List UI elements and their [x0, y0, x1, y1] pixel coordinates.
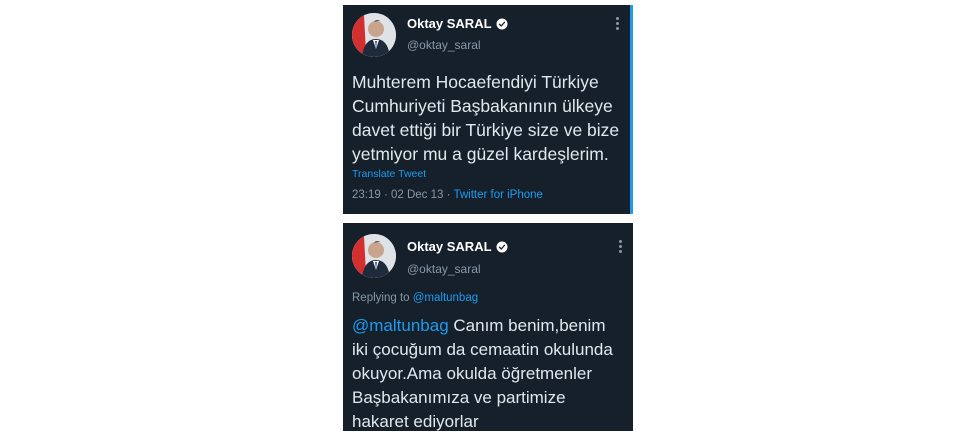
- mention-link[interactable]: @maltunbag: [352, 316, 449, 335]
- more-options-icon[interactable]: [616, 17, 620, 30]
- display-name-text[interactable]: Oktay SARAL: [407, 239, 492, 254]
- verified-badge-icon: [496, 18, 508, 29]
- tweet-timestamp[interactable]: 23:19 · 02 Dec 13 ·: [352, 189, 453, 201]
- avatar[interactable]: [352, 234, 396, 278]
- user-handle[interactable]: @oktay_saral: [407, 262, 481, 276]
- display-name[interactable]: Oktay SARAL: [407, 239, 508, 254]
- tweet-metadata: 23:19 · 02 Dec 13 · Twitter for iPhone: [352, 189, 543, 201]
- more-options-icon[interactable]: [619, 240, 623, 253]
- user-handle[interactable]: @oktay_saral: [407, 38, 481, 52]
- replying-to-link[interactable]: @maltunbag: [413, 292, 478, 304]
- display-name-text[interactable]: Oktay SARAL: [407, 16, 492, 31]
- tweet-source-link[interactable]: Twitter for iPhone: [453, 189, 542, 201]
- translate-tweet-link[interactable]: Translate Tweet: [352, 168, 426, 180]
- tweet-card: Oktay SARAL @oktay_saral Muhterem Hocaef…: [343, 5, 633, 214]
- tweet-card: Oktay SARAL @oktay_saral Replying to @ma…: [343, 223, 633, 431]
- display-name[interactable]: Oktay SARAL: [407, 16, 508, 31]
- avatar[interactable]: [352, 13, 396, 57]
- tweet-text: @maltunbag Canım benim,benim iki çocuğum…: [352, 314, 625, 434]
- replying-to-label: Replying to: [352, 292, 413, 304]
- tweet-text: Muhterem Hocaefendiyi Türkiye Cumhuriyet…: [352, 72, 620, 164]
- verified-badge-icon: [496, 241, 508, 252]
- replying-to: Replying to @maltunbag: [352, 292, 478, 304]
